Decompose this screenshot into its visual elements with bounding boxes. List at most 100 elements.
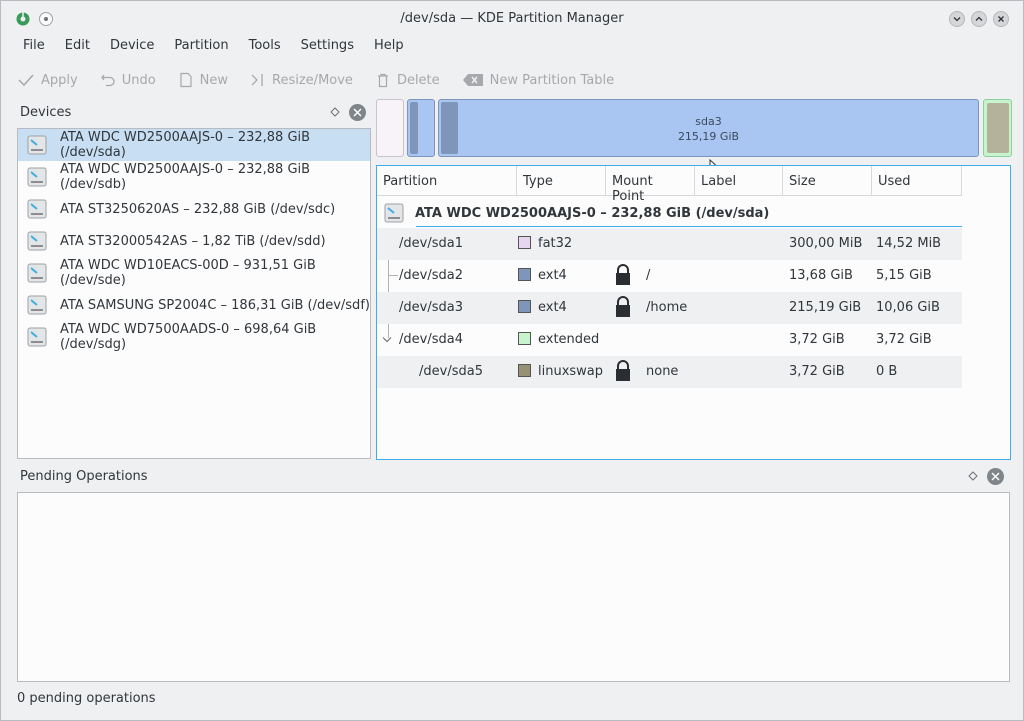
mount-point: / xyxy=(646,268,651,283)
partition-size: 13,68 GiB xyxy=(789,268,853,283)
menu-device[interactable]: Device xyxy=(100,35,164,57)
used-space-fill xyxy=(410,102,418,154)
fs-color-swatch xyxy=(518,268,531,281)
device-tree-root[interactable]: ATA WDC WD2500AAJS-0 – 232,88 GiB (/dev/… xyxy=(383,199,961,227)
partition-type: ext4 xyxy=(518,300,567,315)
close-devices-panel-button[interactable] xyxy=(349,104,366,121)
type-label: linuxswap xyxy=(538,364,604,379)
pending-operations-title: Pending Operations xyxy=(20,469,148,484)
hard-disk-icon xyxy=(27,327,47,347)
hard-disk-icon xyxy=(27,263,47,283)
column-header-type[interactable]: Type xyxy=(517,166,606,196)
partition-segment-sda3[interactable]: sda3 215,19 GiB xyxy=(438,99,979,157)
undo-button[interactable]: Undo xyxy=(100,72,156,88)
fs-color-swatch xyxy=(518,332,531,345)
partition-used: 3,72 GiB xyxy=(876,332,932,347)
device-item-sdg[interactable]: ATA WDC WD7500AADS-0 – 698,64 GiB (/dev/… xyxy=(18,321,370,353)
new-partition-table-button[interactable]: New Partition Table xyxy=(462,72,614,88)
partition-bar: sda3 215,19 GiB xyxy=(376,99,1012,177)
partition-size: 3,72 GiB xyxy=(789,364,845,379)
new-label: New xyxy=(199,72,229,88)
partition-segment-sda1[interactable] xyxy=(376,99,404,157)
partition-segment-label: sda3 215,19 GiB xyxy=(439,114,978,144)
pending-operations-header: Pending Operations xyxy=(17,466,1010,488)
lock-icon xyxy=(616,264,630,285)
device-label: ATA WDC WD10EACS-00D – 931,51 GiB (/dev/… xyxy=(60,258,316,288)
minimize-button[interactable] xyxy=(949,11,965,27)
float-panel-icon[interactable] xyxy=(330,107,340,117)
table-row[interactable]: /dev/sda4 extended 3,72 GiB 3,72 GiB xyxy=(377,324,962,356)
column-header-size[interactable]: Size xyxy=(783,166,872,196)
partition-segment-sda5[interactable] xyxy=(987,103,1009,153)
new-partition-button[interactable]: New xyxy=(178,72,228,88)
title-bar: /dev/sda — KDE Partition Manager xyxy=(1,1,1023,35)
resize-icon xyxy=(251,74,263,86)
chevron-down-icon[interactable] xyxy=(382,336,392,344)
partition-segment-sda2[interactable] xyxy=(407,99,435,157)
device-item-sdc[interactable]: ATA ST3250620AS – 232,88 GiB (/dev/sdc) xyxy=(18,193,370,225)
partition-size: 300,00 MiB xyxy=(789,236,863,251)
close-pending-panel-button[interactable] xyxy=(987,468,1004,485)
partition-type: extended xyxy=(518,332,599,347)
resize-move-button[interactable]: Resize/Move xyxy=(250,72,353,88)
column-header-mount-point[interactable]: Mount Point xyxy=(606,166,695,204)
type-label: fat32 xyxy=(538,236,573,251)
table-row[interactable]: /dev/sda1 fat32 300,00 MiB 14,52 MiB xyxy=(377,228,962,260)
partition-size: 3,72 GiB xyxy=(789,332,845,347)
clear-table-icon xyxy=(462,74,483,86)
partition-size: 215,19 GiB xyxy=(789,300,862,315)
device-item-sda[interactable]: ATA WDC WD2500AAJS-0 – 232,88 GiB (/dev/… xyxy=(18,129,370,161)
menu-tools[interactable]: Tools xyxy=(239,35,291,57)
close-icon xyxy=(991,472,1000,481)
menu-partition[interactable]: Partition xyxy=(164,35,238,57)
device-item-sdf[interactable]: ATA SAMSUNG SP2004C – 186,31 GiB (/dev/s… xyxy=(18,289,370,321)
hard-disk-icon xyxy=(27,167,47,187)
segment-size: 215,19 GiB xyxy=(677,130,740,143)
window-title: /dev/sda — KDE Partition Manager xyxy=(400,11,624,26)
device-label: ATA ST32000542AS – 1,82 TiB (/dev/sdd) xyxy=(60,233,326,249)
type-label: ext4 xyxy=(538,268,567,283)
mount-point: none xyxy=(646,364,679,379)
delete-button[interactable]: Delete xyxy=(375,72,440,88)
device-item-sde[interactable]: ATA WDC WD10EACS-00D – 931,51 GiB (/dev/… xyxy=(18,257,370,289)
close-icon xyxy=(353,108,362,117)
partition-name: /dev/sda3 xyxy=(399,300,463,315)
table-row[interactable]: /dev/sda2 ext4 / 13,68 GiB 5,15 GiB xyxy=(377,260,962,292)
apply-button[interactable]: Apply xyxy=(17,72,78,88)
pending-operations-list xyxy=(17,492,1010,682)
fs-color-swatch xyxy=(518,364,531,377)
menu-edit[interactable]: Edit xyxy=(55,35,100,57)
partition-segment-sda4[interactable] xyxy=(983,99,1012,157)
menu-settings[interactable]: Settings xyxy=(291,35,364,57)
menu-help[interactable]: Help xyxy=(364,35,414,57)
close-icon xyxy=(998,16,1004,22)
float-panel-icon[interactable] xyxy=(968,471,978,481)
app-window: /dev/sda — KDE Partition Manager File Ed… xyxy=(0,0,1024,721)
close-window-button[interactable] xyxy=(993,11,1009,27)
partition-name: /dev/sda2 xyxy=(399,268,463,283)
table-row[interactable]: /dev/sda5 linuxswap none 3,72 GiB 0 B xyxy=(377,356,962,388)
lock-icon xyxy=(616,360,630,381)
device-label: ATA WDC WD2500AAJS-0 – 232,88 GiB (/dev/… xyxy=(60,162,311,192)
hard-disk-icon xyxy=(27,231,47,251)
chevron-down-icon xyxy=(953,17,961,22)
partition-used: 14,52 MiB xyxy=(876,236,942,251)
column-header-used[interactable]: Used xyxy=(872,166,962,196)
main-toolbar: Apply Undo New Resize/Move Delete New Pa… xyxy=(17,65,636,95)
new-partition-table-label: New Partition Table xyxy=(489,72,615,88)
column-header-partition[interactable]: Partition xyxy=(377,166,517,196)
partition-name: /dev/sda4 xyxy=(399,332,463,347)
device-item-sdd[interactable]: ATA ST32000542AS – 1,82 TiB (/dev/sdd) xyxy=(18,225,370,257)
device-item-sdb[interactable]: ATA WDC WD2500AAJS-0 – 232,88 GiB (/dev/… xyxy=(18,161,370,193)
column-header-label[interactable]: Label xyxy=(695,166,783,196)
partition-name: /dev/sda1 xyxy=(399,236,463,251)
mount-point: /home xyxy=(646,300,688,315)
menu-file[interactable]: File xyxy=(13,35,55,57)
device-root-label: ATA WDC WD2500AAJS-0 – 232,88 GiB (/dev/… xyxy=(415,205,770,221)
partition-type: linuxswap xyxy=(518,364,603,379)
new-document-icon xyxy=(180,72,192,88)
maximize-button[interactable] xyxy=(971,11,987,27)
partition-name: /dev/sda5 xyxy=(419,364,483,379)
table-row[interactable]: /dev/sda3 ext4 /home 215,19 GiB 10,06 Gi… xyxy=(377,292,962,324)
status-bar: 0 pending operations xyxy=(17,691,156,706)
